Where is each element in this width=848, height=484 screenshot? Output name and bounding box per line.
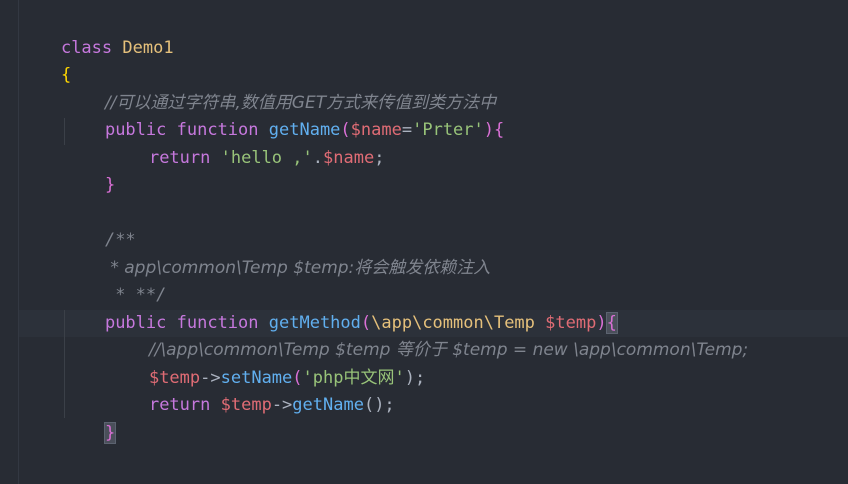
- code-line-6[interactable]: }: [64, 145, 115, 195]
- code-line-5[interactable]: return 'hello ,'.$name;: [108, 118, 384, 168]
- code-line-2[interactable]: {: [20, 35, 71, 85]
- code-line-4[interactable]: public function getName($name='Prter'){: [64, 90, 504, 140]
- code-line-14[interactable]: return $temp->getName();: [108, 365, 395, 415]
- class-name: Demo1: [122, 38, 174, 58]
- equals-sign: =: [401, 120, 413, 140]
- method-close-brace: }: [103, 422, 117, 444]
- call-parens: ();: [363, 395, 395, 415]
- concat-operator: .: [312, 148, 323, 168]
- code-line-9[interactable]: * app\common\Temp $temp:将会触发依赖注入: [64, 228, 490, 278]
- method-close-brace: }: [104, 175, 116, 195]
- paren-close-semicolon: );: [404, 368, 426, 388]
- code-line-11[interactable]: public function getMethod(\app\common\Te…: [64, 283, 618, 334]
- semicolon: ;: [374, 148, 385, 168]
- code-editor[interactable]: class Demo1 { //可以通过字符串,数值用GET方式来传值到类方法中…: [0, 0, 848, 484]
- code-line-10[interactable]: * **/: [64, 255, 166, 305]
- code-line-8[interactable]: /**: [64, 200, 136, 250]
- paren-close: ): [483, 120, 495, 140]
- default-value: 'Prter': [412, 120, 484, 140]
- variable: $name: [323, 148, 375, 168]
- method-call: getName: [292, 395, 364, 415]
- code-line-15[interactable]: }: [64, 393, 117, 444]
- code-line-3[interactable]: //可以通过字符串,数值用GET方式来传值到类方法中: [64, 63, 496, 113]
- arrow-operator: ->: [271, 395, 293, 415]
- string-literal: 'hello ,': [220, 148, 313, 168]
- code-line-12[interactable]: //\app\common\Temp $temp 等价于 $temp = new…: [108, 310, 748, 360]
- keyword-return: return: [148, 395, 211, 415]
- method-open-brace: {: [494, 120, 505, 140]
- keyword-return: return: [148, 148, 211, 168]
- code-line-13[interactable]: $temp->setName('php中文网');: [108, 338, 425, 388]
- variable: $temp: [220, 395, 272, 415]
- gutter-divider: [18, 0, 19, 484]
- code-line-1[interactable]: class Demo1: [20, 8, 174, 58]
